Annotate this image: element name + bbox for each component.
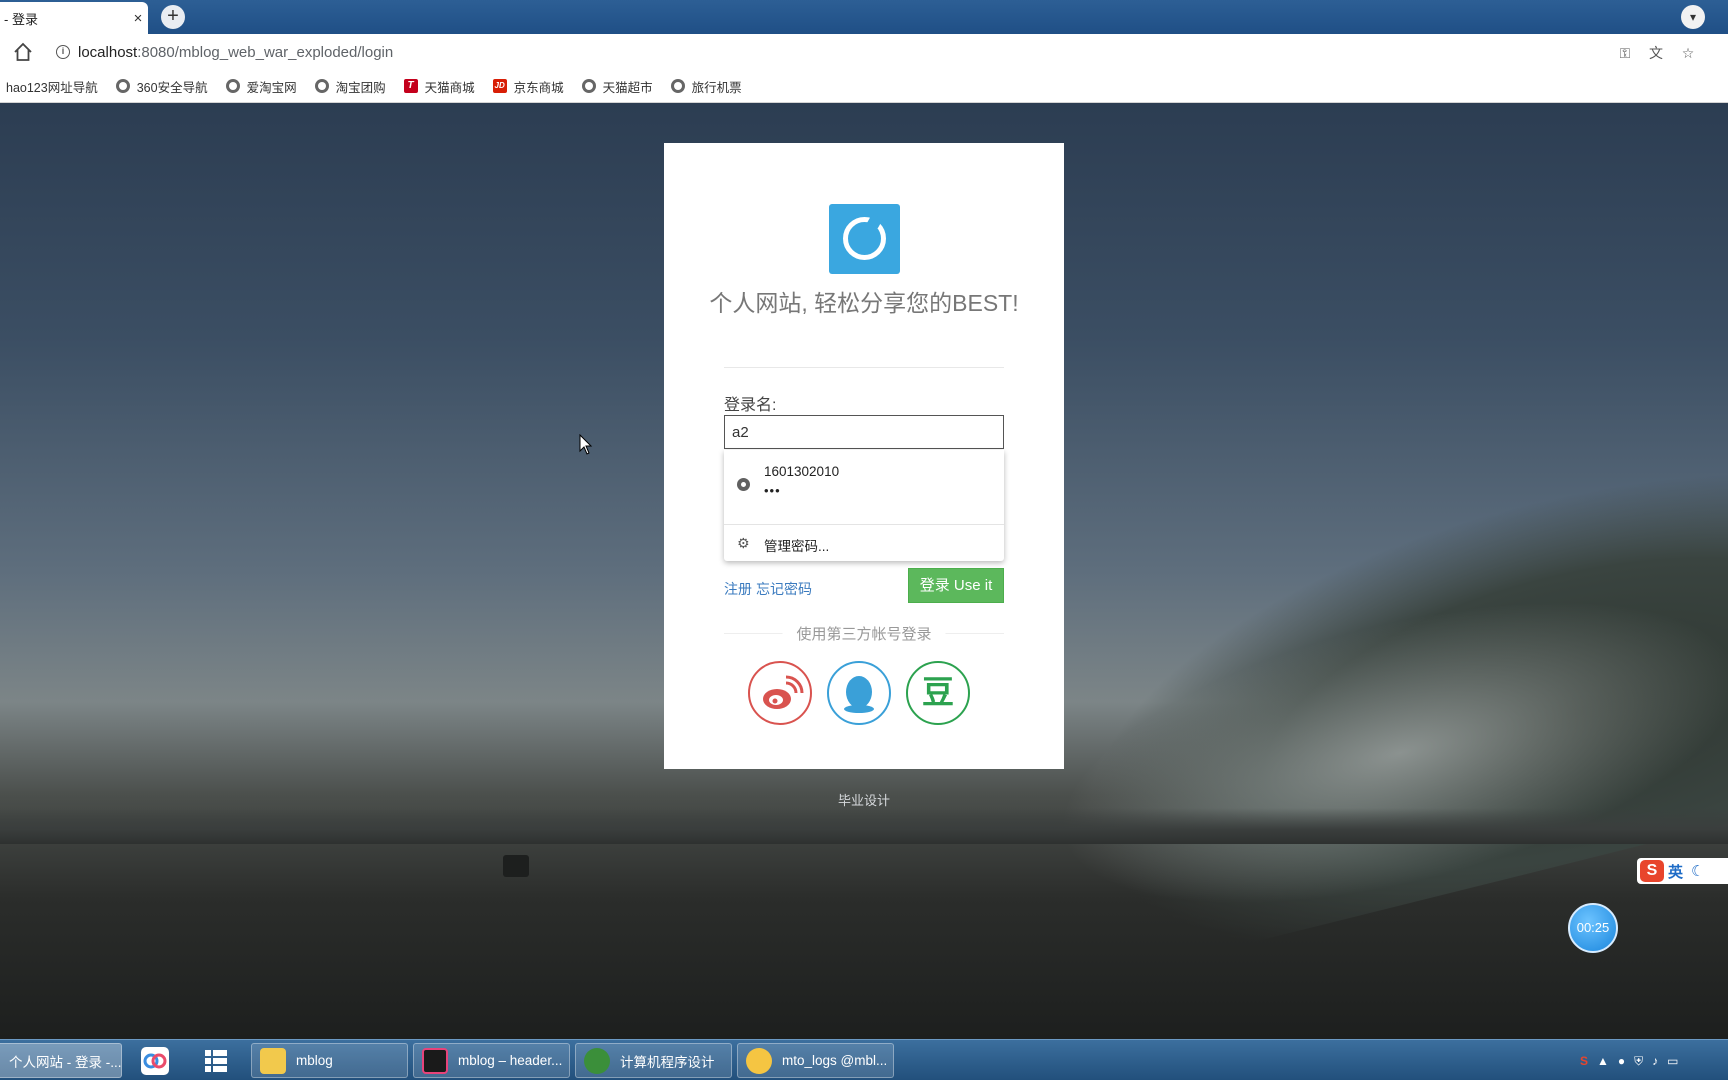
bookmark-hao123[interactable]: hao123网址导航: [6, 77, 98, 96]
taskbar-item-label: mto_logs @mbl...: [782, 1053, 888, 1068]
bookmarks-bar: hao123网址导航 360安全导航 爱淘宝网 淘宝团购 T 天猫商城 JD 京东商…: [0, 70, 1728, 103]
weibo-icon: [763, 675, 804, 709]
url-path: :8080/mblog_web_war_exploded/login: [137, 44, 394, 61]
bookmark-tmall[interactable]: T 天猫商城: [403, 77, 475, 96]
info-icon[interactable]: i: [56, 45, 70, 59]
tab-title: - 登录: [4, 11, 38, 27]
manage-passwords-item[interactable]: ⚙ 管理密码...: [724, 525, 1004, 561]
folder-icon: [260, 1047, 286, 1074]
address-bar[interactable]: i localhost:8080/mblog_web_war_exploded/…: [46, 38, 1714, 66]
bookmark-travel[interactable]: 旅行机票: [670, 77, 742, 96]
divider: [724, 367, 1004, 368]
gear-icon: ⚙: [737, 535, 750, 551]
taskbar-item-folder[interactable]: mblog: [251, 1043, 408, 1078]
bookmark-label: 360安全导航: [136, 80, 208, 95]
task-view-icon[interactable]: [196, 1044, 236, 1077]
username-input[interactable]: [724, 415, 1004, 449]
globe-icon: [670, 79, 685, 93]
autofill-suggestion[interactable]: 1601302010 •••: [724, 450, 1004, 518]
footer-text: 毕业设计: [837, 793, 891, 808]
globe-icon: [225, 79, 240, 93]
globe-icon: [314, 79, 329, 93]
bookmark-label: 天猫超市: [602, 80, 653, 95]
taskbar-item-label: 个人网站 - 登录 -...: [9, 1054, 122, 1070]
sogou-icon: S: [1640, 860, 1664, 882]
qq-icon: [844, 676, 874, 713]
volume-icon[interactable]: ♪: [1652, 1054, 1658, 1068]
jd-icon: JD: [492, 79, 507, 93]
url-host: localhost: [78, 44, 138, 61]
bookmark-label: 淘宝团购: [335, 80, 386, 95]
taskbar-item-label: mblog: [296, 1053, 333, 1068]
login-card: 个人网站, 轻松分享您的BEST! 登录名: 1601302010 ••• ⚙ …: [664, 143, 1064, 769]
bookmark-taobao-tuangou[interactable]: 淘宝团购: [314, 77, 386, 96]
taskbar-item-browser[interactable]: 个人网站 - 登录 -...: [0, 1043, 122, 1078]
taskbar-item-intellij[interactable]: mblog – header...: [413, 1043, 570, 1078]
taskbar-item-editor[interactable]: 计算机程序设计: [575, 1043, 732, 1078]
security-tray-icon[interactable]: ⛨: [1634, 1054, 1643, 1069]
notification-icon[interactable]: ▭: [1667, 1054, 1678, 1068]
taskbar-item-label: mblog – header...: [458, 1053, 563, 1068]
site-slogan: 个人网站, 轻松分享您的BEST!: [709, 290, 1019, 316]
star-icon[interactable]: ☆: [1679, 44, 1697, 62]
navicat-icon: [746, 1047, 772, 1074]
chevron-down-icon[interactable]: ▾: [1681, 5, 1705, 29]
browser-tab-bar: - 登录 × + ▾: [0, 0, 1728, 34]
bookmark-label: 旅行机票: [691, 80, 742, 95]
username-label: 登录名:: [724, 397, 777, 414]
qq-tray-icon[interactable]: ●: [1618, 1054, 1625, 1068]
new-tab-button[interactable]: +: [161, 5, 185, 29]
site-logo: [829, 204, 900, 274]
bookmark-label: 天猫商城: [424, 80, 475, 95]
taskbar: 个人网站 - 登录 -... mblog mblog – header... 计…: [0, 1039, 1728, 1080]
taskbar-item-navicat[interactable]: mto_logs @mbl...: [737, 1043, 894, 1078]
key-icon: [737, 478, 750, 491]
bookmark-label: 爱淘宝网: [246, 80, 297, 95]
home-icon[interactable]: [12, 41, 34, 63]
key-icon[interactable]: ⚿: [1616, 44, 1634, 62]
bookmark-aitaobao[interactable]: 爱淘宝网: [225, 77, 297, 96]
tray-expand-icon[interactable]: ▲: [1597, 1054, 1609, 1068]
editor-icon: [584, 1047, 610, 1074]
autofill-dropdown: 1601302010 ••• ⚙ 管理密码...: [724, 450, 1004, 561]
bookmark-label: 京东商城: [513, 80, 564, 95]
baidu-netdisk-icon[interactable]: [135, 1044, 175, 1077]
login-button[interactable]: 登录 Use it: [908, 568, 1004, 603]
autofill-username: 1601302010: [764, 464, 840, 479]
qq-login-button[interactable]: [827, 661, 891, 725]
ime-toolbar[interactable]: S 英 ☾: [1637, 858, 1728, 884]
autofill-password: •••: [764, 483, 781, 498]
globe-icon: [115, 79, 130, 93]
translate-icon[interactable]: 文: [1647, 44, 1665, 62]
system-tray: S ▲ ● ⛨ ♪ ▭: [1580, 1048, 1688, 1074]
bookmark-360[interactable]: 360安全导航: [115, 77, 208, 96]
intellij-icon: [422, 1047, 448, 1074]
ime-mode-label: 英: [1668, 863, 1684, 881]
forgot-password-link[interactable]: 忘记密码: [756, 581, 812, 597]
account-links: 注册 忘记密码: [724, 579, 816, 599]
background-tractor: [503, 855, 529, 877]
weibo-login-button[interactable]: [748, 661, 812, 725]
bookmark-jd[interactable]: JD 京东商城: [492, 77, 564, 96]
recording-timer[interactable]: 00:25: [1568, 903, 1618, 953]
tmall-icon: T: [403, 79, 418, 93]
manage-passwords-label: 管理密码...: [764, 539, 830, 554]
moon-icon: ☾: [1691, 863, 1705, 880]
third-party-label: 使用第三方帐号登录: [782, 623, 946, 644]
taskbar-item-label: 计算机程序设计: [620, 1054, 715, 1070]
sogou-tray-icon[interactable]: S: [1580, 1054, 1588, 1068]
browser-toolbar: i localhost:8080/mblog_web_war_exploded/…: [0, 34, 1728, 70]
bookmark-tmall-supermarket[interactable]: 天猫超市: [581, 77, 653, 96]
browser-tab[interactable]: - 登录 ×: [0, 2, 148, 34]
bookmark-label: hao123网址导航: [6, 80, 98, 95]
register-link[interactable]: 注册: [724, 581, 752, 597]
url-text[interactable]: localhost:8080/mblog_web_war_exploded/lo…: [78, 44, 393, 61]
douban-login-button[interactable]: 豆: [906, 661, 970, 725]
background-treeline: [0, 808, 1728, 844]
globe-icon: [581, 79, 596, 93]
mouse-cursor-icon: [579, 434, 593, 455]
tab-close-icon[interactable]: ×: [128, 10, 148, 27]
